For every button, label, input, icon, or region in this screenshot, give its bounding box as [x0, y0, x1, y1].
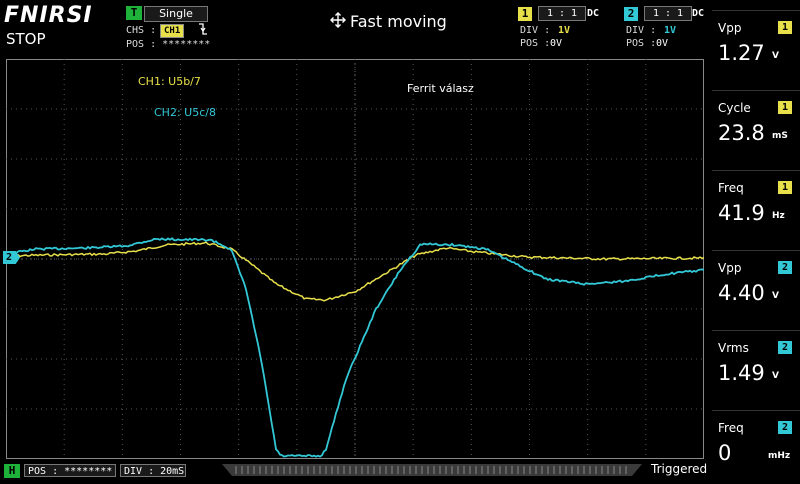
measurement-channel-badge: 2 [778, 421, 792, 434]
measurement-2[interactable]: Freq 1 41.9 Hz [712, 170, 800, 241]
run-state[interactable]: STOP [6, 30, 46, 48]
horizontal-position[interactable]: POS : ******** [24, 464, 116, 477]
brand-logo: FNIRSI [4, 3, 93, 28]
measurement-1[interactable]: Cycle 1 23.8 mS [712, 90, 800, 161]
ch1-badge[interactable]: 1 [518, 7, 532, 21]
measurement-channel-badge: 2 [778, 261, 792, 274]
measurement-4[interactable]: Vrms 2 1.49 V [712, 330, 800, 401]
measurement-unit: mS [772, 131, 788, 141]
ch1-label-text: CH1: U5b/7 [138, 75, 201, 88]
measurement-channel-badge: 1 [778, 21, 792, 34]
measurement-channel-badge: 1 [778, 181, 792, 194]
measurement-value: 1.49 [718, 361, 765, 385]
measurement-label: Vpp [718, 21, 742, 35]
ch2-pos-label: POS : [626, 38, 657, 49]
measurement-5[interactable]: Freq 2 0 mHz [712, 410, 800, 481]
ch1-coupling[interactable]: DC [587, 8, 599, 19]
ch1-probe-ratio[interactable]: 1 : 1 [538, 6, 586, 21]
waveform-display[interactable]: CH1: U5b/7 CH2: U5c/8 Ferrit válasz [6, 59, 704, 459]
measurement-label: Freq [718, 421, 744, 435]
measurement-channel-badge: 1 [778, 101, 792, 114]
ch1-pos-label: POS : [520, 38, 551, 49]
measurement-unit: V [772, 291, 779, 301]
measurement-value: 0 [718, 441, 732, 465]
ch2-badge[interactable]: 2 [624, 7, 638, 21]
measurement-unit: Hz [772, 211, 785, 221]
measurement-0[interactable]: Vpp 1 1.27 V [712, 10, 800, 81]
trigger-position: POS : ******** [126, 39, 211, 50]
move-arrows-icon [330, 12, 346, 32]
trigger-mode[interactable]: Single [144, 6, 208, 22]
ch1-pos-value[interactable]: 0V [550, 38, 562, 49]
measurement-value: 23.8 [718, 121, 765, 145]
ch2-div-value[interactable]: 1V [664, 25, 676, 36]
measurement-channel-badge: 2 [778, 341, 792, 354]
ch1-div-label: DIV : [520, 25, 551, 36]
measurement-label: Freq [718, 181, 744, 195]
measurement-3[interactable]: Vpp 2 4.40 V [712, 250, 800, 321]
measurement-label: Vpp [718, 261, 742, 275]
ch1-div-value[interactable]: 1V [558, 25, 570, 36]
horizontal-badge[interactable]: H [4, 464, 20, 478]
measurement-unit: V [772, 51, 779, 61]
ch2-pos-value[interactable]: 0V [656, 38, 668, 49]
trigger-badge[interactable]: T [126, 6, 142, 20]
measurement-label: Cycle [718, 101, 751, 115]
ch2-coupling[interactable]: DC [692, 8, 704, 19]
measurement-unit: mHz [768, 451, 791, 461]
ch2-label-text: CH2: U5c/8 [154, 106, 216, 119]
ch2-probe-ratio[interactable]: 1 : 1 [644, 6, 692, 21]
memory-scrollbar[interactable] [222, 462, 706, 480]
falling-edge-icon[interactable] [198, 22, 208, 40]
measurement-label: Vrms [718, 341, 749, 355]
ch2-div-label: DIV : [626, 25, 657, 36]
trigger-status: Triggered [651, 462, 708, 476]
trigger-source-label: CHS : [126, 25, 157, 36]
timebase-div[interactable]: DIV : 20mS [120, 464, 186, 477]
trigger-source-value[interactable]: CH1 [160, 24, 185, 38]
mode-title: Fast moving [350, 12, 447, 31]
measurement-value: 41.9 [718, 201, 765, 225]
measurement-value: 1.27 [718, 41, 765, 65]
annotation-text: Ferrit válasz [407, 82, 474, 95]
measurement-unit: V [772, 371, 779, 381]
measurement-value: 4.40 [718, 281, 765, 305]
